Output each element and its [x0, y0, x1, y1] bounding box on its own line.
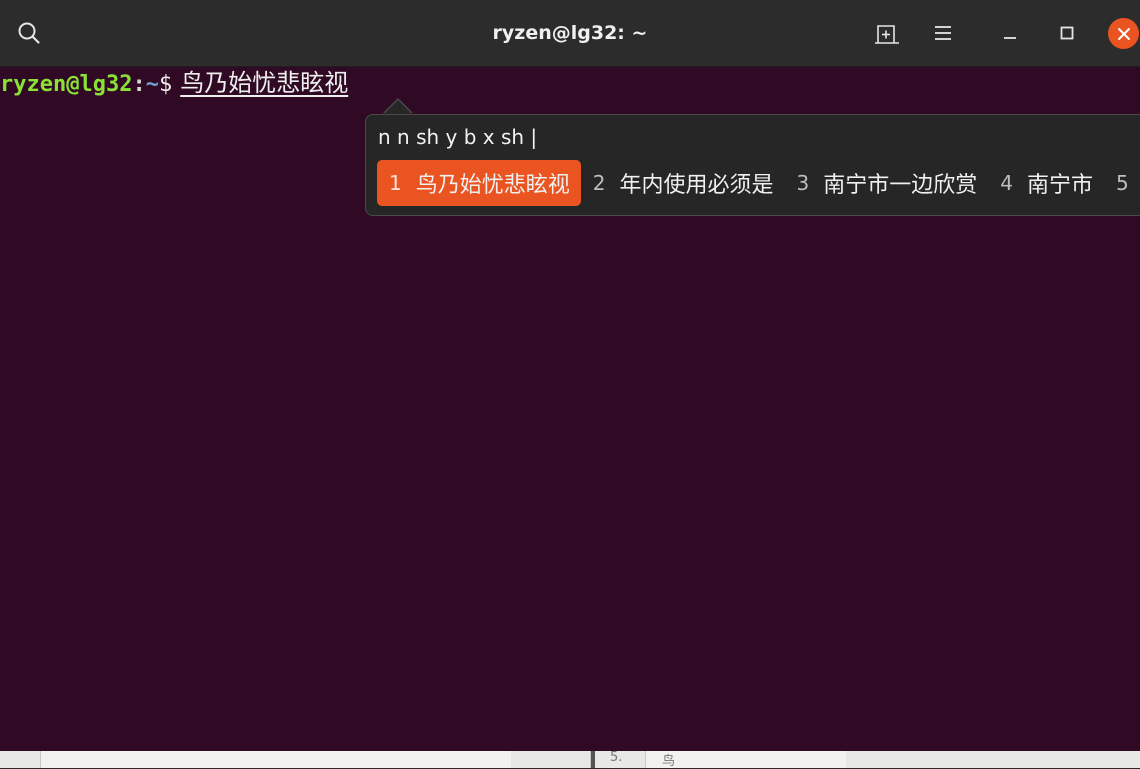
background-cell [645, 748, 846, 768]
minimize-icon [1004, 37, 1016, 39]
background-cell-text: 鸟 [662, 754, 676, 769]
prompt-user: ryzen@lg32 [0, 72, 133, 97]
candidate-text: 南宁市一边欣赏 [823, 173, 978, 198]
close-button[interactable] [1108, 18, 1139, 49]
candidate-text: 年内使用必须是 [619, 173, 774, 198]
new-tab-button[interactable] [871, 17, 903, 49]
ime-candidate-popup: n n sh y b x sh | 1 鸟乃始忧悲眩视 2 年内使用必须是 3 … [365, 114, 1140, 216]
ime-preedit-text: 鸟乃始忧悲眩视 [180, 69, 349, 97]
ime-candidate-1[interactable]: 1 鸟乃始忧悲眩视 [377, 160, 581, 206]
ime-candidate-3[interactable]: 3 南宁市一边欣赏 [785, 160, 989, 206]
maximize-icon [1060, 26, 1074, 40]
search-button[interactable] [13, 17, 45, 49]
ime-candidate-5[interactable]: 5 [1104, 160, 1140, 206]
background-window: 5. 鸟 [0, 748, 1140, 769]
prompt-symbol: $ [158, 72, 173, 97]
maximize-button[interactable] [1051, 17, 1083, 49]
candidate-text: 鸟乃始忧悲眩视 [415, 173, 570, 198]
ime-candidate-2[interactable]: 2 年内使用必须是 [581, 160, 785, 206]
window-title: ryzen@lg32: ~ [492, 22, 648, 44]
hamburger-menu-icon [935, 26, 951, 40]
prompt-line: ryzen@lg32:~$ 鸟乃始忧悲眩视 [0, 68, 348, 98]
background-column [40, 748, 511, 768]
menu-button[interactable] [927, 17, 959, 49]
prompt-colon: : [132, 72, 146, 97]
ime-popup-arrow [384, 100, 412, 114]
candidate-number: 4 [1000, 171, 1013, 195]
ime-candidate-list: 1 鸟乃始忧悲眩视 2 年内使用必须是 3 南宁市一边欣赏 4 南宁市 5 [377, 159, 1140, 207]
close-icon [1117, 27, 1130, 40]
candidate-number: 3 [796, 171, 810, 195]
minimize-button[interactable] [994, 17, 1026, 49]
terminal-window: ryzen@lg32: ~ ryzen@lg32:~$ 鸟乃始忧悲眩视 n n … [0, 0, 1140, 751]
headerbar: ryzen@lg32: ~ [0, 0, 1140, 67]
search-icon [18, 22, 40, 44]
candidate-number: 5 [1116, 171, 1129, 195]
candidate-number: 2 [592, 171, 606, 195]
new-tab-icon [875, 25, 899, 44]
ime-pinyin-input: n n sh y b x sh | [378, 125, 538, 149]
prompt-path: ~ [145, 72, 159, 97]
ime-candidate-4[interactable]: 4 南宁市 [988, 160, 1104, 206]
background-row-number: 5. [610, 750, 623, 765]
candidate-text: 南宁市 [1026, 173, 1093, 198]
background-divider [590, 748, 595, 768]
candidate-number: 1 [389, 171, 402, 195]
